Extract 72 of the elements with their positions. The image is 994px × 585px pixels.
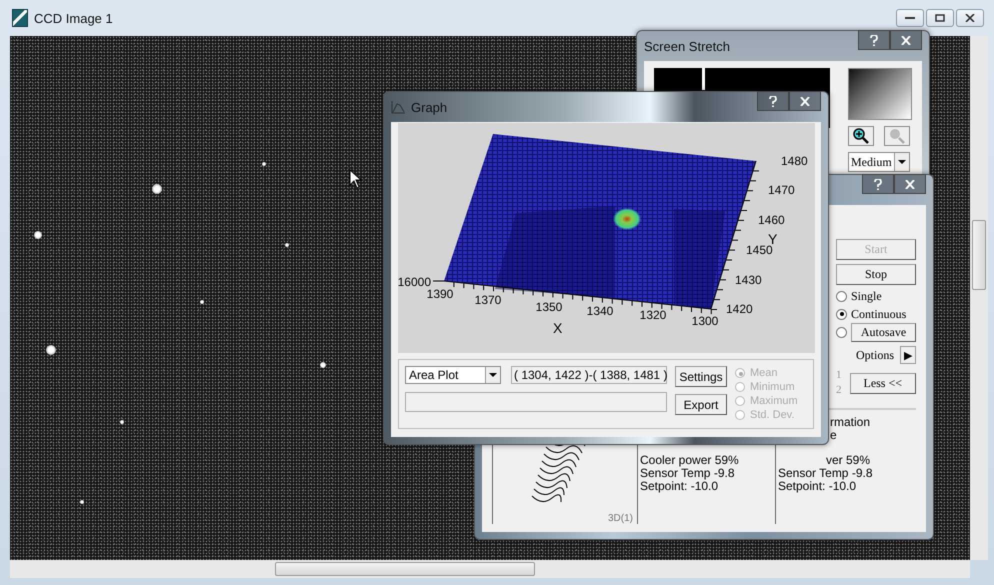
plot-type-dropdown[interactable]: Area Plot — [405, 366, 501, 384]
help-icon — [874, 178, 882, 190]
caret-icon — [489, 373, 497, 377]
window-title: Graph — [411, 100, 448, 114]
axis-tick-label: 16000 — [398, 275, 431, 289]
zoom-in-icon — [853, 128, 869, 144]
axis-tick-label: 1460 — [758, 213, 785, 227]
row-number: 2 — [836, 383, 842, 398]
axis-tick-label: 1300 — [692, 314, 718, 328]
status-text: Cooler power 59% — [640, 454, 740, 467]
radio-label[interactable]: Single — [851, 288, 882, 304]
gradient-preview — [848, 68, 912, 120]
axis-tick-label: 1420 — [726, 302, 753, 316]
status-text: Setpoint: -10.0 — [640, 480, 720, 493]
axis-tick-label: 1370 — [474, 293, 502, 307]
axis-label: X — [553, 320, 562, 336]
row-number: 1 — [836, 368, 842, 383]
help-button[interactable] — [858, 30, 890, 50]
help-button[interactable] — [757, 91, 789, 111]
close-button[interactable] — [890, 30, 922, 50]
options-arrow-button[interactable]: ▶ — [900, 346, 916, 364]
close-icon — [800, 96, 810, 106]
graph-button[interactable]: Settings — [675, 366, 727, 387]
stretch-mode-dropdown[interactable]: Medium — [848, 152, 910, 172]
radio-label[interactable]: Continuous — [851, 306, 906, 322]
horizontal-scrollbar[interactable] — [10, 560, 970, 578]
minimize-button[interactable] — [896, 9, 924, 27]
app-icon — [12, 9, 28, 27]
window-title: CCD Image 1 — [34, 10, 113, 26]
options-label: Options — [856, 348, 894, 362]
close-icon — [901, 36, 911, 44]
radio-button[interactable] — [836, 308, 847, 320]
axis-tick-label: 1390 — [426, 287, 454, 301]
info-text: e — [829, 429, 838, 442]
radio-button[interactable] — [836, 290, 847, 302]
axis-tick-label: 1320 — [640, 308, 666, 322]
text-field[interactable] — [405, 392, 667, 412]
less-button[interactable]: Less << — [850, 372, 916, 394]
restore-icon — [935, 14, 945, 22]
minimize-icon — [905, 16, 915, 20]
status-text: Sensor Temp -9.8 — [778, 467, 874, 480]
help-button[interactable] — [862, 174, 894, 194]
zoom-out-button[interactable] — [884, 126, 910, 146]
autosave-button[interactable]: Autosave — [851, 322, 916, 342]
help-icon — [870, 34, 878, 46]
zoom-out-icon — [889, 128, 905, 144]
camera-button[interactable]: Stop — [836, 264, 916, 285]
status-text: ver 59% — [825, 454, 872, 467]
range-field: ( 1304, 1422 )-( 1388, 1481 ) — [511, 366, 667, 384]
close-button[interactable] — [956, 9, 984, 27]
help-icon — [769, 96, 777, 106]
graph-button[interactable]: Export — [675, 394, 727, 415]
radio-button[interactable] — [836, 326, 847, 338]
axis-tick-label: 1350 — [536, 300, 562, 314]
axis-tick-label: 1480 — [781, 154, 808, 168]
status-text: Setpoint: -10.0 — [778, 480, 858, 493]
status-text: Sensor Temp -9.8 — [640, 467, 736, 480]
axis-tick-label: 1470 — [768, 183, 795, 197]
caret-icon — [898, 160, 906, 164]
axis-tick-label: 1340 — [586, 304, 614, 318]
window-title: Screen Stretch — [644, 38, 730, 54]
graph-icon — [391, 100, 405, 114]
vertical-scrollbar[interactable] — [970, 36, 988, 560]
info-text: rmation — [829, 416, 872, 429]
axis-tick-label: 1430 — [735, 273, 762, 287]
restore-button[interactable] — [926, 9, 954, 27]
close-icon — [965, 14, 975, 22]
close-button[interactable] — [894, 174, 926, 194]
close-icon — [905, 180, 915, 188]
zoom-in-button[interactable] — [848, 126, 874, 146]
close-button[interactable] — [789, 91, 821, 111]
plot-label: 3D(1) — [608, 513, 633, 524]
